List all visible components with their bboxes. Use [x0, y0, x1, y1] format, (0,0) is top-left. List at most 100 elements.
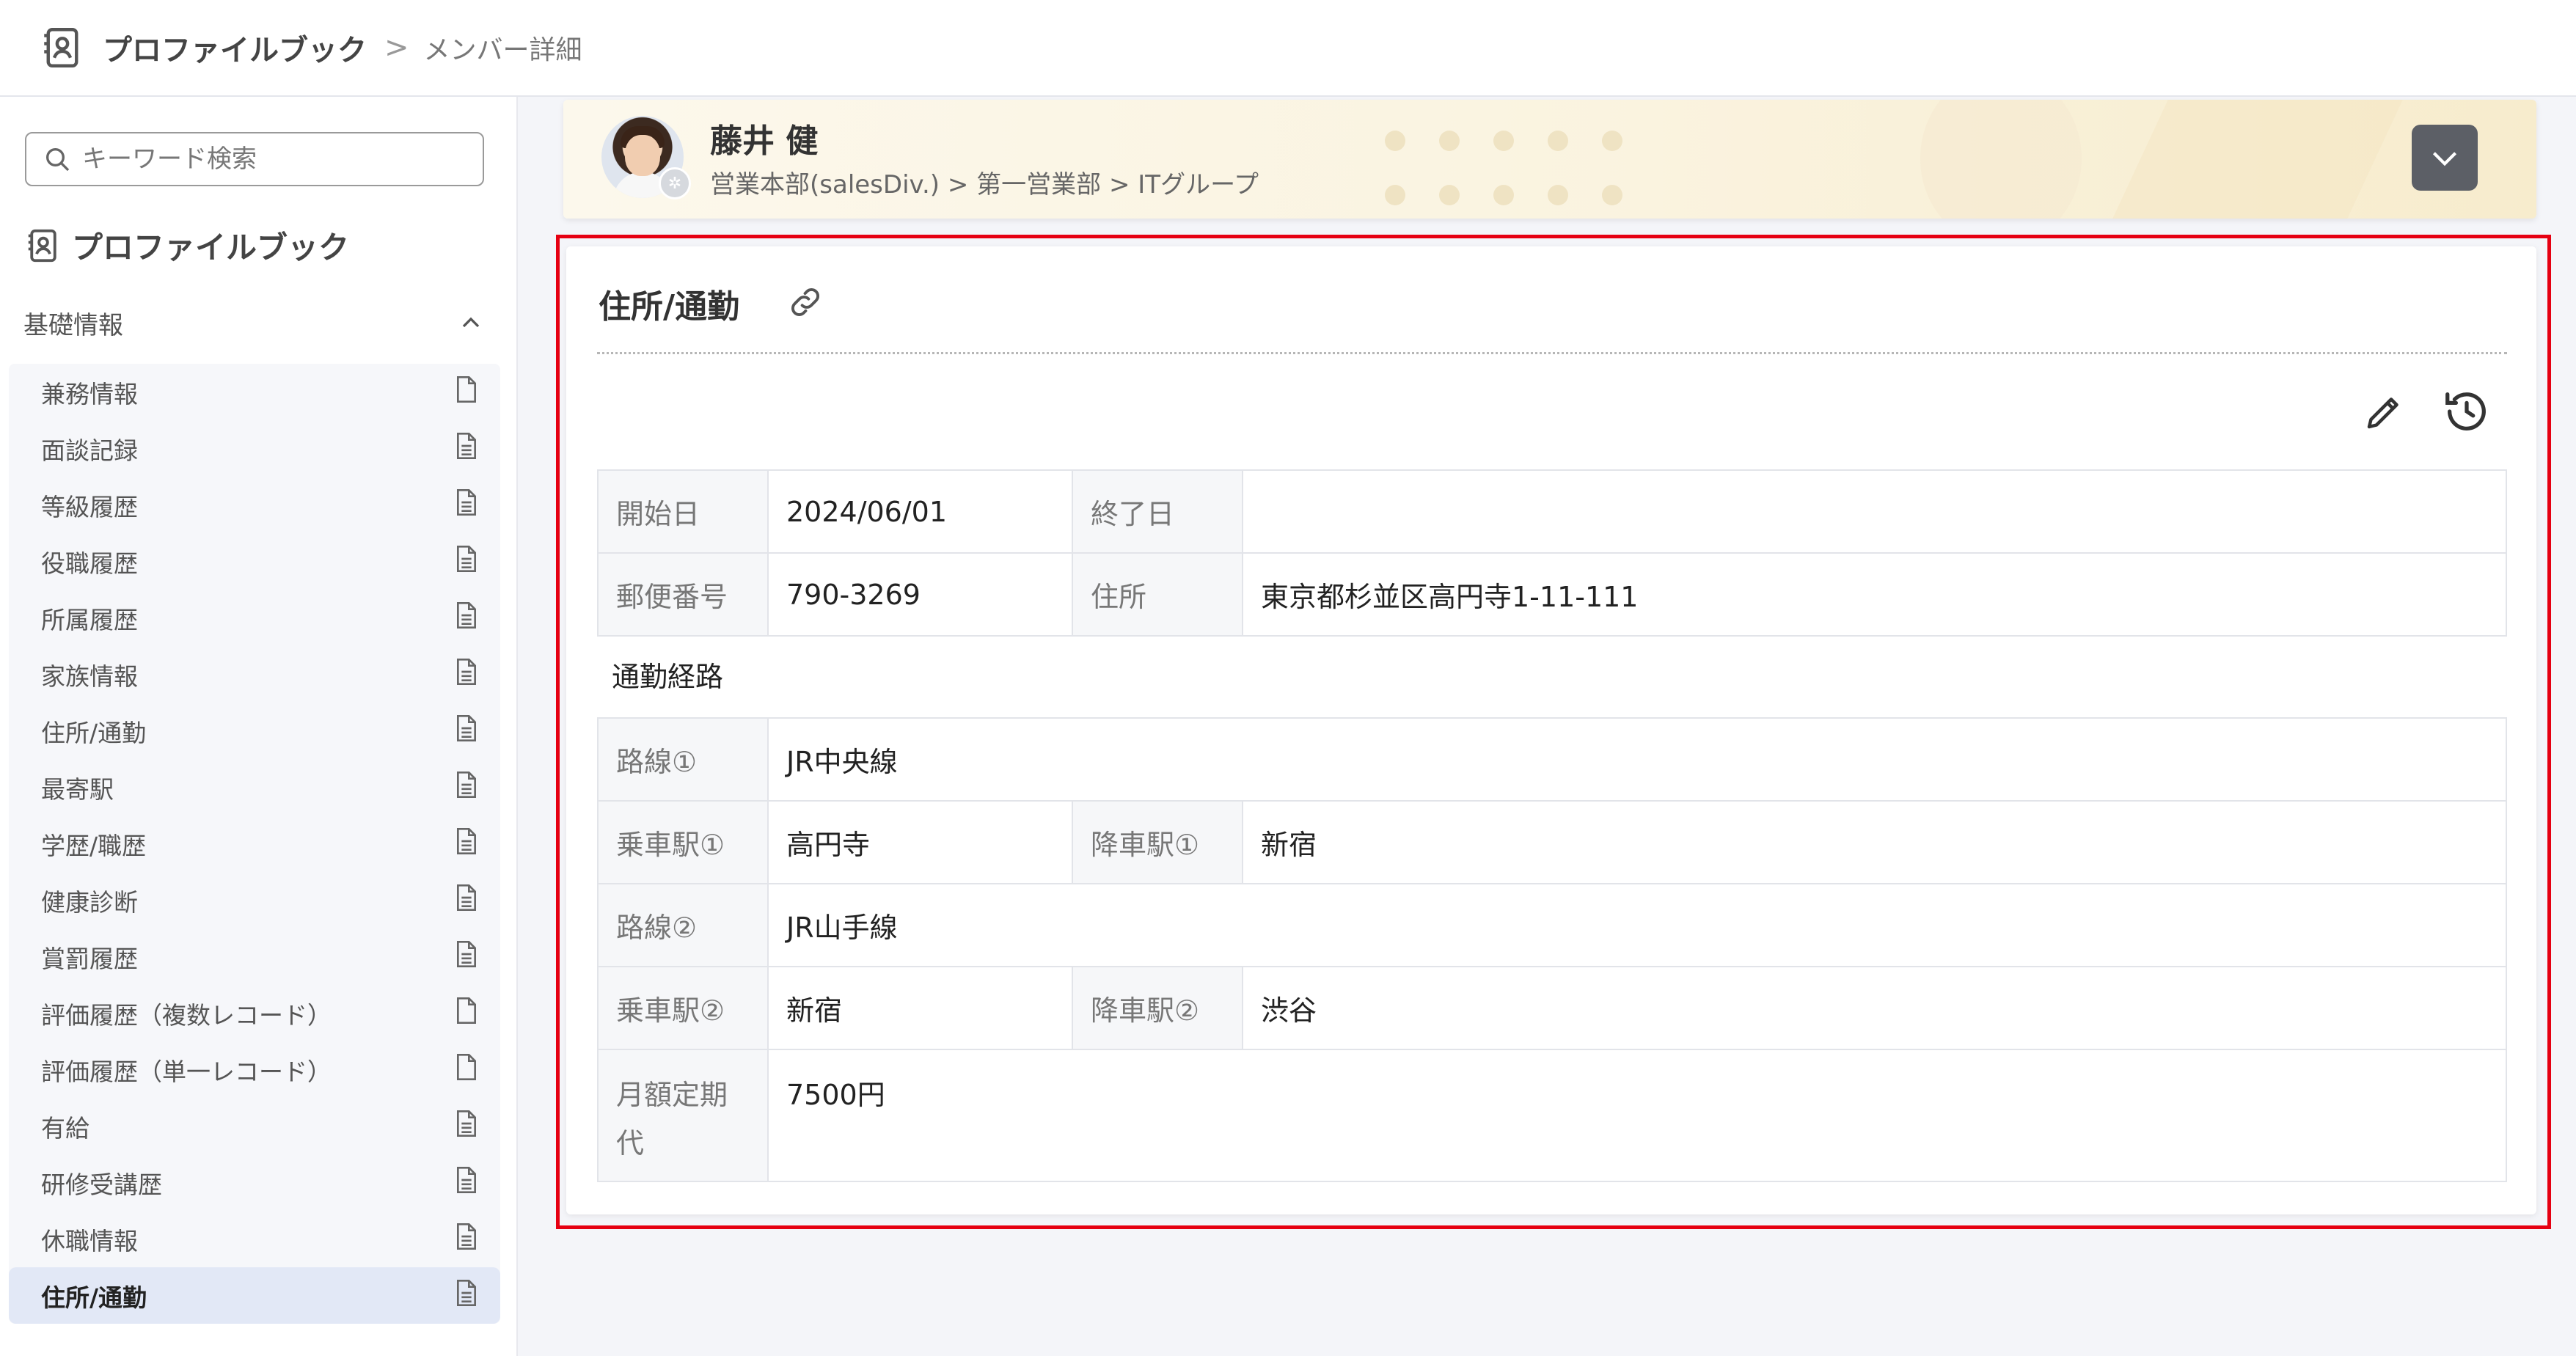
sidebar-title-label: プロファイルブック [72, 230, 350, 265]
banner-dot [1602, 185, 1622, 205]
file-blank-icon [453, 996, 480, 1031]
sidebar-nav-item-label: 評価履歴（複数レコード） [41, 1000, 332, 1030]
sidebar-nav-item[interactable]: 等級履歴 [9, 477, 500, 533]
member-org-path: 営業本部(salesDiv.) > 第一営業部 > ITグループ [710, 170, 1259, 199]
table-row: 開始日 2024/06/01 終了日 [597, 469, 2507, 554]
table-row: 郵便番号 790-3269 住所 東京都杉並区高円寺1-11-111 [597, 552, 2507, 637]
banner-dot [1548, 131, 1568, 151]
sidebar-nav-item-label: 住所/通勤 [41, 718, 147, 747]
sidebar-nav-item[interactable]: 兼務情報 [9, 364, 500, 420]
banner-decoration [1920, 100, 2082, 219]
banner-dot [1493, 185, 1514, 205]
sidebar-nav-item[interactable]: 賞罰履歴 [9, 928, 500, 985]
table-row: 路線② JR山手線 [597, 883, 2507, 967]
banner-dot [1385, 131, 1405, 151]
file-text-icon [453, 601, 480, 636]
sidebar-nav-item-label: 賞罰履歴 [41, 944, 138, 973]
alighting-station2-label: 降車駅② [1072, 966, 1243, 1050]
route1-value: JR中央線 [767, 717, 2507, 802]
sidebar-title: プロファイルブック [23, 223, 349, 268]
banner-dot-pattern [1385, 131, 1678, 205]
start-date-value: 2024/06/01 [767, 469, 1073, 554]
sidebar-nav-item-label: 面談記録 [41, 436, 138, 465]
route1-label: 路線① [597, 717, 769, 802]
search-box[interactable] [25, 132, 484, 186]
sidebar-nav-item[interactable]: 休職情報 [9, 1211, 500, 1267]
boarding-station2-value: 新宿 [767, 966, 1073, 1050]
address-commute-card: 住所/通勤 開始日 2024/06/01 終了日 郵便番号 790-3269 住… [566, 246, 2536, 1214]
sidebar-nav-item[interactable]: 最寄駅 [9, 759, 500, 816]
chevron-up-icon [462, 317, 480, 328]
expand-profile-button[interactable] [2412, 125, 2478, 191]
table-row: 乗車駅① 高円寺 降車駅① 新宿 [597, 800, 2507, 884]
table-row: 乗車駅② 新宿 降車駅② 渋谷 [597, 966, 2507, 1050]
file-text-icon [453, 1278, 480, 1313]
group-label: 基礎情報 [23, 310, 123, 340]
sidebar-nav-item[interactable]: 健康診断 [9, 872, 500, 928]
sidebar-nav-item[interactable]: 研修受講歴 [9, 1154, 500, 1211]
sidebar-nav-item[interactable]: 役職履歴 [9, 533, 500, 590]
postal-code-value: 790-3269 [767, 552, 1073, 637]
profile-book-icon [28, 229, 56, 262]
sidebar-nav-item[interactable]: 学歴/職歴 [9, 816, 500, 872]
route2-label: 路線② [597, 883, 769, 967]
sidebar-nav-item-label: 住所/通勤 [41, 1283, 147, 1312]
banner-dot [1548, 185, 1568, 205]
banner-dot [1493, 131, 1514, 151]
breadcrumb-separator: > [384, 31, 409, 65]
file-blank-icon [453, 375, 480, 410]
sidebar: プロファイルブック 基礎情報 兼務情報面談記録等級履歴役職履歴所属履歴家族情報住… [0, 97, 518, 1356]
link-icon[interactable] [786, 283, 824, 321]
banner-dot [1602, 131, 1622, 151]
sidebar-nav-item-label: 有給 [41, 1113, 89, 1143]
sidebar-nav-item-label: 研修受講歴 [41, 1170, 162, 1199]
file-text-icon [453, 714, 480, 749]
search-input[interactable] [81, 144, 465, 175]
chevron-down-icon [2432, 152, 2457, 166]
app-title-link[interactable]: プロファイルブック [103, 26, 367, 69]
boarding-station2-label: 乗車駅② [597, 966, 769, 1050]
sidebar-nav-item[interactable]: 評価履歴（複数レコード） [9, 985, 500, 1041]
member-name: 藤井 健 [710, 122, 819, 160]
sidebar-nav-list: 兼務情報 面談記録 等級履歴 役職履歴 所属履歴 家族情報 住所/通勤 最寄駅 学歴/職歴 健康診… [9, 364, 500, 1324]
sidebar-nav-item[interactable]: 住所/通勤 [9, 1267, 500, 1324]
sidebar-nav-item-label: 休職情報 [41, 1226, 138, 1256]
banner-decoration [2112, 100, 2403, 219]
sidebar-nav-item[interactable]: 評価履歴（単一レコード） [9, 1041, 500, 1098]
file-text-icon [453, 1165, 480, 1201]
sidebar-nav-item-label: 所属履歴 [41, 605, 138, 634]
profile-book-icon [44, 28, 78, 67]
edit-pencil-icon[interactable] [2362, 390, 2406, 434]
sidebar-nav-item[interactable]: 有給 [9, 1098, 500, 1154]
sidebar-nav-item-label: 学歴/職歴 [41, 831, 147, 860]
table-row: 月額定期代 7500円 [597, 1049, 2507, 1182]
table-row: 路線① JR中央線 [597, 717, 2507, 802]
file-text-icon [453, 939, 480, 975]
group-toggle-basic-info[interactable]: 基礎情報 [23, 302, 486, 343]
banner-dot [1385, 185, 1405, 205]
start-date-label: 開始日 [597, 469, 769, 554]
banner-dot [1439, 185, 1460, 205]
file-text-icon [453, 883, 480, 918]
sidebar-nav-item-label: 家族情報 [41, 661, 138, 691]
sidebar-nav-item-label: 評価履歴（単一レコード） [41, 1057, 332, 1086]
alighting-station1-value: 新宿 [1242, 800, 2507, 884]
alighting-station2-value: 渋谷 [1242, 966, 2507, 1050]
file-text-icon [453, 657, 480, 692]
file-text-icon [453, 770, 480, 805]
profile-banner: ✲ 藤井 健 営業本部(salesDiv.) > 第一営業部 > ITグループ [563, 100, 2536, 219]
boarding-station1-label: 乗車駅① [597, 800, 769, 884]
sidebar-nav-item-label: 役職履歴 [41, 549, 138, 578]
file-text-icon [453, 544, 480, 579]
top-header: プロファイルブック > メンバー詳細 [0, 0, 2576, 97]
section-divider [597, 352, 2507, 354]
search-icon [46, 148, 70, 172]
sidebar-nav-item[interactable]: 家族情報 [9, 646, 500, 703]
sidebar-nav-item[interactable]: 面談記録 [9, 420, 500, 477]
file-blank-icon [453, 1052, 480, 1088]
sidebar-nav-item-label: 健康診断 [41, 887, 138, 917]
sidebar-nav-item[interactable]: 所属履歴 [9, 590, 500, 646]
history-icon[interactable] [2441, 386, 2492, 437]
banner-dot [1439, 131, 1460, 151]
sidebar-nav-item[interactable]: 住所/通勤 [9, 703, 500, 759]
